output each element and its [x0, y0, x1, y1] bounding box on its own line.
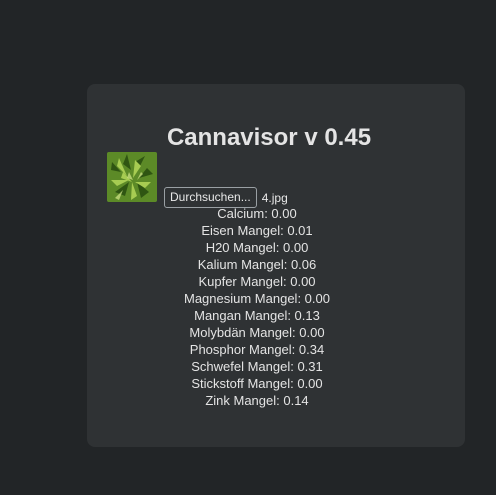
deficiency-results-list: Calcium: 0.00 Eisen Mangel: 0.01 H20 Man… [0, 205, 496, 409]
result-molybdaen: Molybdän Mangel: 0.00 [189, 325, 325, 340]
cannabis-leaf-image-icon [107, 152, 157, 202]
uploaded-image-thumbnail [107, 152, 157, 202]
result-eisen: Eisen Mangel: 0.01 [201, 223, 313, 238]
result-zink: Zink Mangel: 0.14 [205, 393, 309, 408]
result-mangan: Mangan Mangel: 0.13 [194, 308, 320, 323]
result-schwefel: Schwefel Mangel: 0.31 [191, 359, 323, 374]
result-h20: H20 Mangel: 0.00 [205, 240, 309, 255]
result-kalium: Kalium Mangel: 0.06 [197, 257, 317, 272]
result-calcium: Calcium: 0.00 [217, 206, 297, 221]
page-title: Cannavisor v 0.45 [166, 124, 372, 151]
result-stickstoff: Stickstoff Mangel: 0.00 [191, 376, 323, 391]
result-kupfer: Kupfer Mangel: 0.00 [198, 274, 316, 289]
result-phosphor: Phosphor Mangel: 0.34 [189, 342, 325, 357]
selected-file-name: 4.jpg [261, 190, 288, 205]
result-magnesium: Magnesium Mangel: 0.00 [184, 291, 330, 306]
